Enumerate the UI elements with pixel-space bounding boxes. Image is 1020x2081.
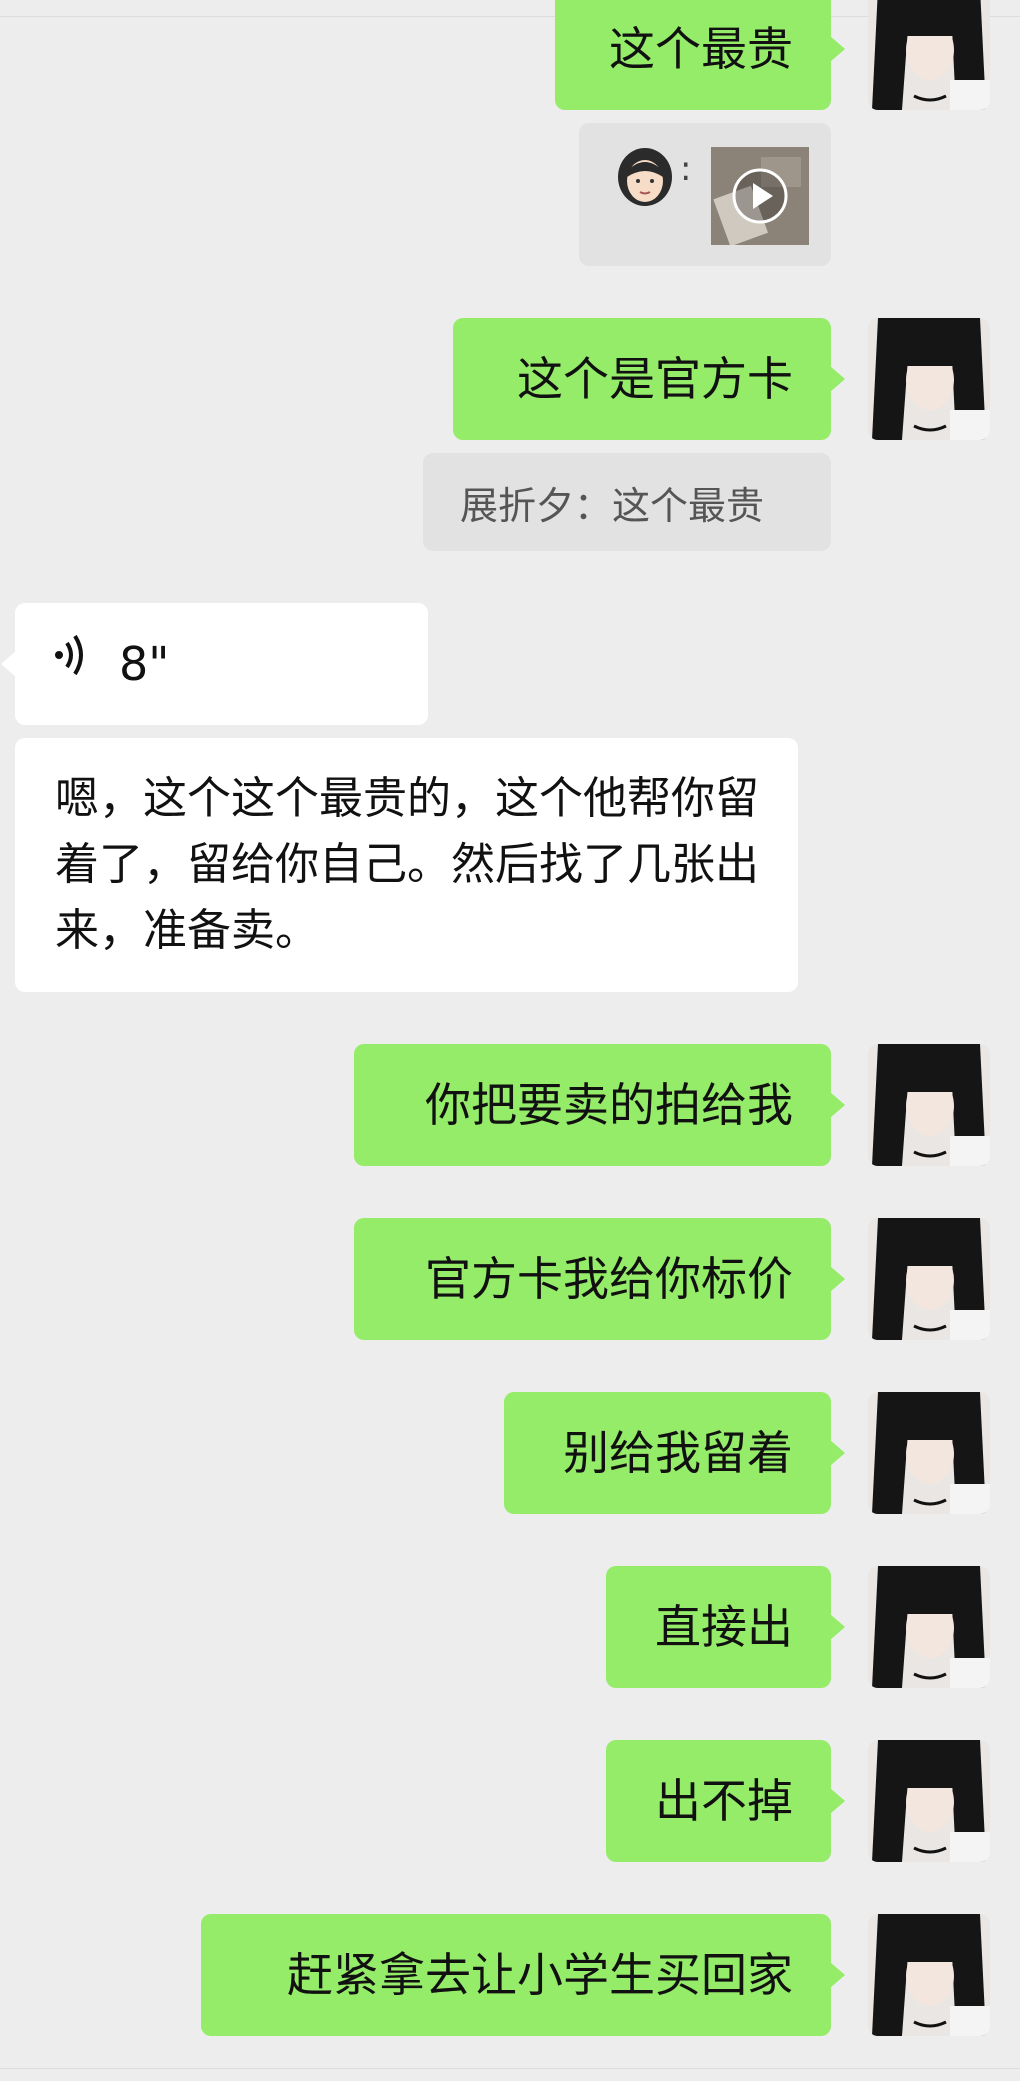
quote-text: 展折夕：这个最贵 [460,483,765,528]
message-bubble-outgoing[interactable]: 赶紧拿去让小学生买回家 [201,1914,845,2036]
message-text: 直接出 [655,1600,793,1654]
woman-emoji-icon [615,147,675,209]
message-bubble-outgoing[interactable]: 官方卡我给你标价 [354,1218,845,1340]
avatar[interactable] [868,1566,990,1688]
message-bubble-outgoing[interactable]: 出不掉 [606,1740,845,1862]
bottom-divider [0,2068,1020,2069]
message-text: 你把要卖的拍给我 [425,1078,793,1132]
message-text: 赶紧拿去让小学生买回家 [287,1948,793,2002]
avatar[interactable] [868,1740,990,1862]
video-thumbnail[interactable] [711,147,809,245]
message-bubble-outgoing[interactable]: 别给我留着 [504,1392,845,1514]
message-text: 这个是官方卡 [517,352,793,406]
voice-duration: 8" [119,637,170,691]
message-text: 这个最贵 [609,22,793,76]
top-divider [0,16,1020,17]
quoted-message[interactable]: 展折夕：这个最贵 [423,453,831,551]
transcript-text: 嗯，这个这个最贵的，这个他帮你留着了，留给你自己。然后找了几张出来，准备卖。 [55,773,759,956]
avatar[interactable] [868,1392,990,1514]
avatar[interactable] [868,318,990,440]
message-bubble-outgoing[interactable]: 这个是官方卡 [453,318,845,440]
avatar[interactable] [868,1044,990,1166]
message-text: 出不掉 [655,1774,793,1828]
message-bubble-outgoing[interactable]: 直接出 [606,1566,845,1688]
message-text: 官方卡我给你标价 [425,1252,793,1306]
avatar[interactable] [868,0,990,110]
avatar[interactable] [868,1914,990,2036]
message-bubble-outgoing[interactable]: 你把要卖的拍给我 [354,1044,845,1166]
avatar[interactable] [868,1218,990,1340]
message-bubble-outgoing[interactable]: 这个最贵 [555,0,845,110]
voice-wave-icon [53,631,89,697]
quote-separator: : [680,149,692,189]
quoted-message[interactable]: : [579,123,831,266]
voice-message-bubble[interactable]: 8" [1,603,428,725]
voice-transcript-bubble[interactable]: 嗯，这个这个最贵的，这个他帮你留着了，留给你自己。然后找了几张出来，准备卖。 [15,738,798,992]
message-text: 别给我留着 [563,1426,793,1480]
